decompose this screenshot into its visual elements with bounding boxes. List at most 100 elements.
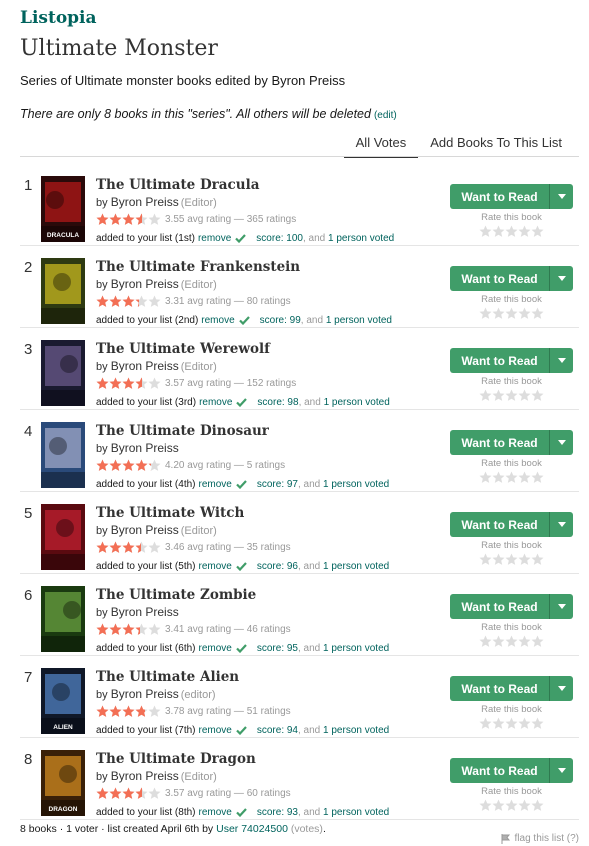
want-to-read-button[interactable]: Want to Read bbox=[450, 430, 549, 455]
shelf-dropdown-button[interactable] bbox=[549, 184, 573, 209]
want-to-read-button[interactable]: Want to Read bbox=[450, 512, 549, 537]
rate-star-1-icon[interactable] bbox=[479, 307, 492, 320]
tab-all-votes[interactable]: All Votes bbox=[343, 133, 419, 158]
rate-star-4-icon[interactable] bbox=[518, 717, 531, 730]
shelf-dropdown-button[interactable] bbox=[549, 676, 573, 701]
rate-star-5-icon[interactable] bbox=[531, 471, 544, 484]
rate-star-4-icon[interactable] bbox=[518, 471, 531, 484]
rate-star-1-icon[interactable] bbox=[479, 799, 492, 812]
score-link[interactable]: score: 95 bbox=[257, 643, 298, 654]
author-link[interactable]: Byron Preiss bbox=[111, 769, 179, 783]
score-link[interactable]: score: 99 bbox=[260, 315, 301, 326]
remove-link[interactable]: remove bbox=[199, 807, 232, 818]
book-cover-image[interactable] bbox=[41, 504, 85, 570]
rate-star-4-icon[interactable] bbox=[518, 635, 531, 648]
author-link[interactable]: Byron Preiss bbox=[111, 605, 179, 619]
voters-link[interactable]: 1 person voted bbox=[328, 233, 394, 244]
want-to-read-button[interactable]: Want to Read bbox=[450, 266, 549, 291]
rate-star-5-icon[interactable] bbox=[531, 717, 544, 730]
want-to-read-button[interactable]: Want to Read bbox=[450, 758, 549, 783]
score-link[interactable]: score: 98 bbox=[257, 397, 298, 408]
rate-star-3-icon[interactable] bbox=[505, 389, 518, 402]
remove-link[interactable]: remove bbox=[199, 643, 232, 654]
rate-star-1-icon[interactable] bbox=[479, 389, 492, 402]
score-link[interactable]: score: 94 bbox=[257, 725, 298, 736]
book-title-link[interactable]: The Ultimate Alien bbox=[96, 668, 389, 686]
book-title-link[interactable]: The Ultimate Dinosaur bbox=[96, 422, 389, 440]
shelf-dropdown-button[interactable] bbox=[549, 266, 573, 291]
voters-link[interactable]: 1 person voted bbox=[324, 397, 390, 408]
rate-star-5-icon[interactable] bbox=[531, 225, 544, 238]
rate-star-4-icon[interactable] bbox=[518, 307, 531, 320]
voters-link[interactable]: 1 person voted bbox=[326, 315, 392, 326]
tab-add-books[interactable]: Add Books To This List bbox=[418, 133, 574, 158]
rate-star-2-icon[interactable] bbox=[492, 635, 505, 648]
rate-star-5-icon[interactable] bbox=[531, 799, 544, 812]
rate-star-3-icon[interactable] bbox=[505, 471, 518, 484]
rate-star-2-icon[interactable] bbox=[492, 307, 505, 320]
book-cover-image[interactable]: DRAGON bbox=[41, 750, 85, 816]
want-to-read-button[interactable]: Want to Read bbox=[450, 676, 549, 701]
author-link[interactable]: Byron Preiss bbox=[111, 359, 179, 373]
remove-link[interactable]: remove bbox=[201, 315, 234, 326]
rate-star-1-icon[interactable] bbox=[479, 635, 492, 648]
rate-star-5-icon[interactable] bbox=[531, 635, 544, 648]
remove-link[interactable]: remove bbox=[199, 479, 232, 490]
rate-star-1-icon[interactable] bbox=[479, 225, 492, 238]
author-link[interactable]: Byron Preiss bbox=[111, 441, 179, 455]
rate-star-1-icon[interactable] bbox=[479, 553, 492, 566]
book-title-link[interactable]: The Ultimate Werewolf bbox=[96, 340, 390, 358]
voters-link[interactable]: 1 person voted bbox=[323, 479, 389, 490]
book-cover-image[interactable] bbox=[41, 422, 85, 488]
rate-star-2-icon[interactable] bbox=[492, 225, 505, 238]
rate-star-2-icon[interactable] bbox=[492, 471, 505, 484]
score-link[interactable]: score: 93 bbox=[257, 807, 298, 818]
rate-star-1-icon[interactable] bbox=[479, 717, 492, 730]
score-link[interactable]: score: 100 bbox=[256, 233, 303, 244]
rate-star-3-icon[interactable] bbox=[505, 635, 518, 648]
rate-star-3-icon[interactable] bbox=[505, 225, 518, 238]
rate-star-3-icon[interactable] bbox=[505, 799, 518, 812]
remove-link[interactable]: remove bbox=[199, 561, 232, 572]
rate-star-5-icon[interactable] bbox=[531, 553, 544, 566]
voters-link[interactable]: 1 person voted bbox=[323, 807, 389, 818]
book-cover-image[interactable]: ALIEN bbox=[41, 668, 85, 734]
footer-user-link[interactable]: User 74024500 bbox=[216, 823, 288, 835]
book-title-link[interactable]: The Ultimate Dragon bbox=[96, 750, 389, 768]
author-link[interactable]: Byron Preiss bbox=[111, 195, 179, 209]
book-title-link[interactable]: The Ultimate Zombie bbox=[96, 586, 389, 604]
rate-star-5-icon[interactable] bbox=[531, 389, 544, 402]
rate-star-4-icon[interactable] bbox=[518, 799, 531, 812]
remove-link[interactable]: remove bbox=[199, 725, 232, 736]
rate-star-2-icon[interactable] bbox=[492, 553, 505, 566]
voters-link[interactable]: 1 person voted bbox=[323, 643, 389, 654]
remove-link[interactable]: remove bbox=[198, 233, 231, 244]
book-title-link[interactable]: The Ultimate Frankenstein bbox=[96, 258, 392, 276]
remove-link[interactable]: remove bbox=[199, 397, 232, 408]
shelf-dropdown-button[interactable] bbox=[549, 348, 573, 373]
book-title-link[interactable]: The Ultimate Witch bbox=[96, 504, 389, 522]
author-link[interactable]: Byron Preiss bbox=[111, 277, 179, 291]
rate-star-4-icon[interactable] bbox=[518, 553, 531, 566]
want-to-read-button[interactable]: Want to Read bbox=[450, 184, 549, 209]
rate-star-2-icon[interactable] bbox=[492, 799, 505, 812]
rate-star-5-icon[interactable] bbox=[531, 307, 544, 320]
rate-star-2-icon[interactable] bbox=[492, 389, 505, 402]
want-to-read-button[interactable]: Want to Read bbox=[450, 594, 549, 619]
shelf-dropdown-button[interactable] bbox=[549, 430, 573, 455]
rate-star-4-icon[interactable] bbox=[518, 225, 531, 238]
book-cover-image[interactable] bbox=[41, 586, 85, 652]
author-link[interactable]: Byron Preiss bbox=[111, 523, 179, 537]
voters-link[interactable]: 1 person voted bbox=[323, 561, 389, 572]
shelf-dropdown-button[interactable] bbox=[549, 512, 573, 537]
shelf-dropdown-button[interactable] bbox=[549, 594, 573, 619]
book-cover-image[interactable]: DRACULA bbox=[41, 176, 85, 242]
voters-link[interactable]: 1 person voted bbox=[323, 725, 389, 736]
rate-star-3-icon[interactable] bbox=[505, 717, 518, 730]
rate-star-4-icon[interactable] bbox=[518, 389, 531, 402]
edit-note-link[interactable]: (edit) bbox=[374, 110, 397, 121]
breadcrumb-listopia[interactable]: Listopia bbox=[20, 8, 97, 28]
flag-list-link[interactable]: flag this list (?) bbox=[501, 833, 579, 844]
score-link[interactable]: score: 96 bbox=[257, 561, 298, 572]
rate-star-3-icon[interactable] bbox=[505, 553, 518, 566]
